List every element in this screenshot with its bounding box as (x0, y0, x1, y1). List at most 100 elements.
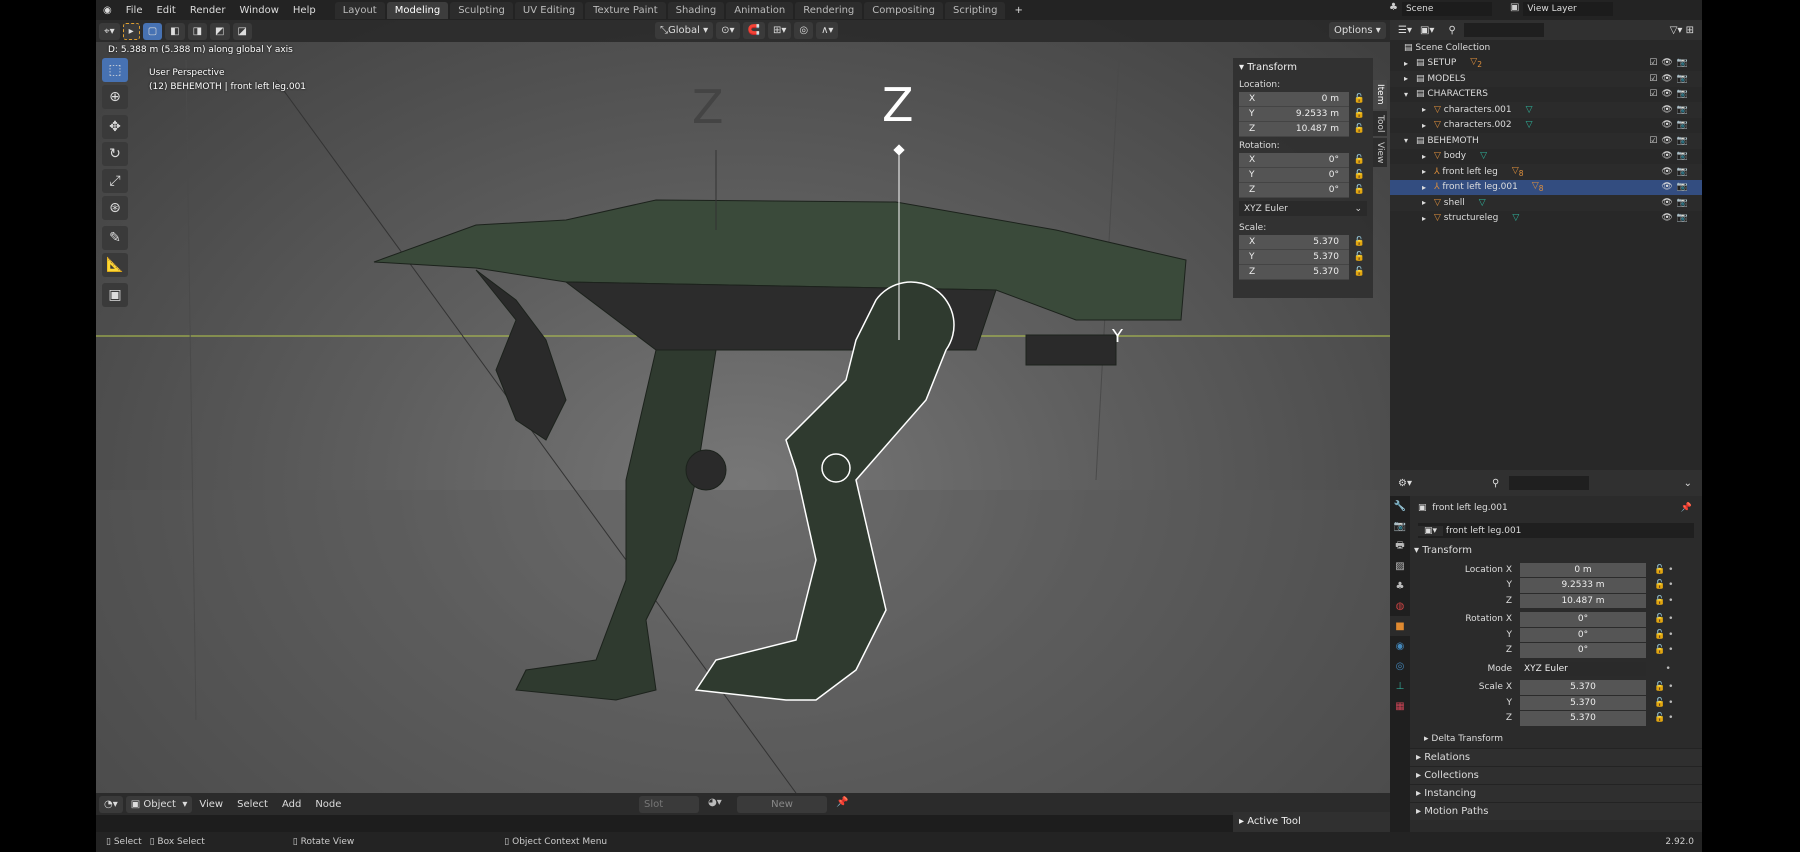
transform-section-title[interactable]: Transform (1422, 545, 1472, 556)
outliner-row[interactable]: ▸ ▽ shell ▽ 👁📷 (1390, 195, 1702, 211)
transform-orientation-dropdown[interactable]: ⤡ Global ▾ (655, 22, 714, 39)
menu-add[interactable]: Add (275, 799, 308, 810)
object-mode-dropdown[interactable]: ▣ Object ▾ (125, 795, 193, 813)
move-tool-icon[interactable]: ✥ (102, 115, 128, 139)
editor-type-icon[interactable]: ◔▾ (99, 795, 123, 813)
tab-layout[interactable]: Layout (334, 1, 385, 19)
visibility-icons[interactable]: ☑👁📷 (1649, 74, 1692, 84)
scale-field[interactable]: 5.370 (1520, 711, 1646, 726)
lock-icon[interactable]: 🔓 (1354, 252, 1365, 262)
expand-icon[interactable]: ▸ (1422, 198, 1434, 207)
lock-icon[interactable]: 🔓 (1354, 237, 1365, 247)
expand-icon[interactable]: ▸ (1404, 74, 1416, 83)
rotation-mode-dropdown[interactable]: XYZ Euler (1520, 661, 1646, 676)
tab-scripting[interactable]: Scripting (944, 1, 1006, 19)
pivot-point-icon[interactable]: ⊙▾ (716, 22, 740, 39)
visibility-icons[interactable]: ☑👁📷 (1649, 136, 1692, 146)
rotation-field[interactable]: 0° (1520, 643, 1646, 658)
outliner-row[interactable]: ▸ ▤ MODELS ☑👁📷 (1390, 71, 1702, 87)
expand-icon[interactable]: ▸ (1422, 121, 1434, 130)
slot-dropdown[interactable]: Slot (639, 796, 699, 813)
rotation-y-field[interactable]: Y 0° (1239, 168, 1349, 183)
lock-icon[interactable]: 🔓 (1354, 170, 1365, 180)
visibility-icons[interactable]: 👁📷 (1661, 213, 1692, 223)
texture-tab-icon[interactable]: ▦ (1390, 696, 1410, 716)
scale-tool-icon[interactable]: ⤢ (102, 169, 128, 193)
expand-icon[interactable]: ▸ (1422, 167, 1434, 176)
expand-icon[interactable]: ▾ (1404, 90, 1416, 99)
falloff-icon[interactable]: ∧▾ (816, 22, 839, 39)
outliner-search-input[interactable] (1463, 23, 1544, 37)
editor-type-icon[interactable]: ⚙▾ (1398, 478, 1412, 489)
scale-field[interactable]: 5.370 (1520, 680, 1646, 695)
outliner-row[interactable]: ▸ ▽ body ▽ 👁📷 (1390, 149, 1702, 165)
pin-icon[interactable]: 📌 (1681, 503, 1692, 513)
tab-texture-paint[interactable]: Texture Paint (585, 1, 666, 19)
lock-icon[interactable]: 🔓 • (1654, 565, 1673, 575)
outliner-row[interactable]: ▸ ▽ characters.002 ▽ 👁📷 (1390, 118, 1702, 134)
outliner-row[interactable]: ▸ ▽ characters.001 ▽ 👁📷 (1390, 102, 1702, 118)
tab-rendering[interactable]: Rendering (795, 1, 863, 19)
expand-icon[interactable]: ▸ (1422, 152, 1434, 161)
panel-relations[interactable]: ▸ Relations (1410, 748, 1702, 766)
rotation-z-field[interactable]: Z 0° (1239, 183, 1349, 198)
tab-uv-editing[interactable]: UV Editing (514, 1, 584, 19)
lock-icon[interactable]: 🔓 • (1654, 630, 1673, 640)
view-layer-icon[interactable]: ▣ (1510, 2, 1519, 16)
scale-field[interactable]: 5.370 (1520, 695, 1646, 710)
select-box-tool-icon[interactable]: ⬚ (102, 58, 128, 82)
outliner-row[interactable]: ▸ ▤ SETUP ▽2 ☑👁📷 (1390, 56, 1702, 72)
snap-target-icon[interactable]: ⊞▾ (767, 22, 792, 39)
scene-collection-label[interactable]: Scene Collection (1415, 43, 1490, 53)
expand-icon[interactable]: ▾ (1404, 136, 1416, 145)
lock-icon[interactable]: 🔓 (1354, 185, 1365, 195)
annotate-tool-icon[interactable]: ✎ (102, 226, 128, 250)
select-mode-intersect-icon[interactable]: ◪ (232, 22, 252, 40)
measure-tool-icon[interactable]: 📐 (102, 253, 128, 277)
keyframe-dot-icon[interactable]: • (1654, 664, 1670, 674)
menu-render[interactable]: Render (183, 5, 233, 16)
tool-tab-icon[interactable]: 🔧 (1390, 496, 1410, 516)
output-tab-icon[interactable]: 🖶 (1390, 536, 1410, 556)
menu-edit[interactable]: Edit (149, 5, 182, 16)
scene-icon[interactable]: ♣ (1389, 2, 1398, 16)
lock-icon[interactable]: 🔓 • (1654, 682, 1673, 692)
location-field[interactable]: 0 m (1520, 562, 1646, 577)
visibility-icons[interactable]: 👁📷 (1661, 105, 1692, 115)
visibility-icons[interactable]: 👁📷 (1661, 120, 1692, 130)
select-mode-subtract-icon[interactable]: ◨ (187, 22, 208, 40)
rotation-x-field[interactable]: X 0° (1239, 153, 1349, 168)
snap-icon[interactable]: 🧲 (742, 22, 765, 39)
outliner-row[interactable]: ▾ ▤ CHARACTERS ☑👁📷 (1390, 87, 1702, 103)
collapse-icon[interactable]: ▾ (1414, 545, 1422, 556)
scale-y-field[interactable]: Y 5.370 (1239, 250, 1349, 265)
filter-mode-icon[interactable]: ▣▾ (1420, 25, 1434, 36)
object-name-field[interactable]: ▣▾ front left leg.001 (1418, 523, 1694, 538)
select-mode-extend-icon[interactable]: ◧ (165, 22, 185, 40)
lock-icon[interactable]: 🔓 (1354, 155, 1365, 165)
add-cube-tool-icon[interactable]: ▣ (102, 283, 128, 307)
filter-icon[interactable]: ▽▾ ⊞ (1670, 25, 1694, 36)
view-layer-field[interactable]: View Layer (1523, 2, 1614, 16)
3d-viewport[interactable]: Z Z Y ⌖▾ ▸ ▢ ◧ ◨ ◩ ◪ ⤡ Global ▾ ⊙▾ 🧲 ⊞▾ … (96, 20, 1390, 793)
collapse-icon[interactable]: ▾ (1239, 62, 1247, 73)
outliner-row[interactable]: ▸ ⅄ front left leg ▽8 👁📷 (1390, 164, 1702, 180)
delta-transform-section[interactable]: ▸ Delta Transform (1410, 730, 1702, 748)
visibility-icons[interactable]: 👁📷 (1661, 167, 1692, 177)
visibility-icons[interactable]: ☑👁📷 (1649, 58, 1692, 68)
transform-pivot-icon[interactable]: ⌖▾ (99, 22, 120, 40)
node-editor-canvas[interactable] (96, 815, 1390, 832)
world-tab-icon[interactable]: ◍ (1390, 596, 1410, 616)
add-workspace-button[interactable]: + (1007, 5, 1029, 16)
tab-sculpting[interactable]: Sculpting (450, 1, 513, 19)
scene-field[interactable]: Scene (1401, 2, 1492, 16)
object-tab-icon[interactable]: ■ (1390, 616, 1410, 636)
outliner-row[interactable]: ▸ ▽ structureleg ▽ 👁📷 (1390, 211, 1702, 227)
proportional-edit-icon[interactable]: ◎ (794, 22, 814, 39)
tab-tool[interactable]: Tool (1373, 110, 1387, 136)
blender-logo-icon[interactable]: ◉ (96, 5, 119, 16)
select-mode-new-icon[interactable]: ▢ (142, 22, 163, 40)
tab-modeling[interactable]: Modeling (386, 1, 449, 19)
cursor-tool-icon[interactable]: ⊕ (102, 85, 128, 109)
location-x-field[interactable]: X 0 m (1239, 92, 1349, 107)
